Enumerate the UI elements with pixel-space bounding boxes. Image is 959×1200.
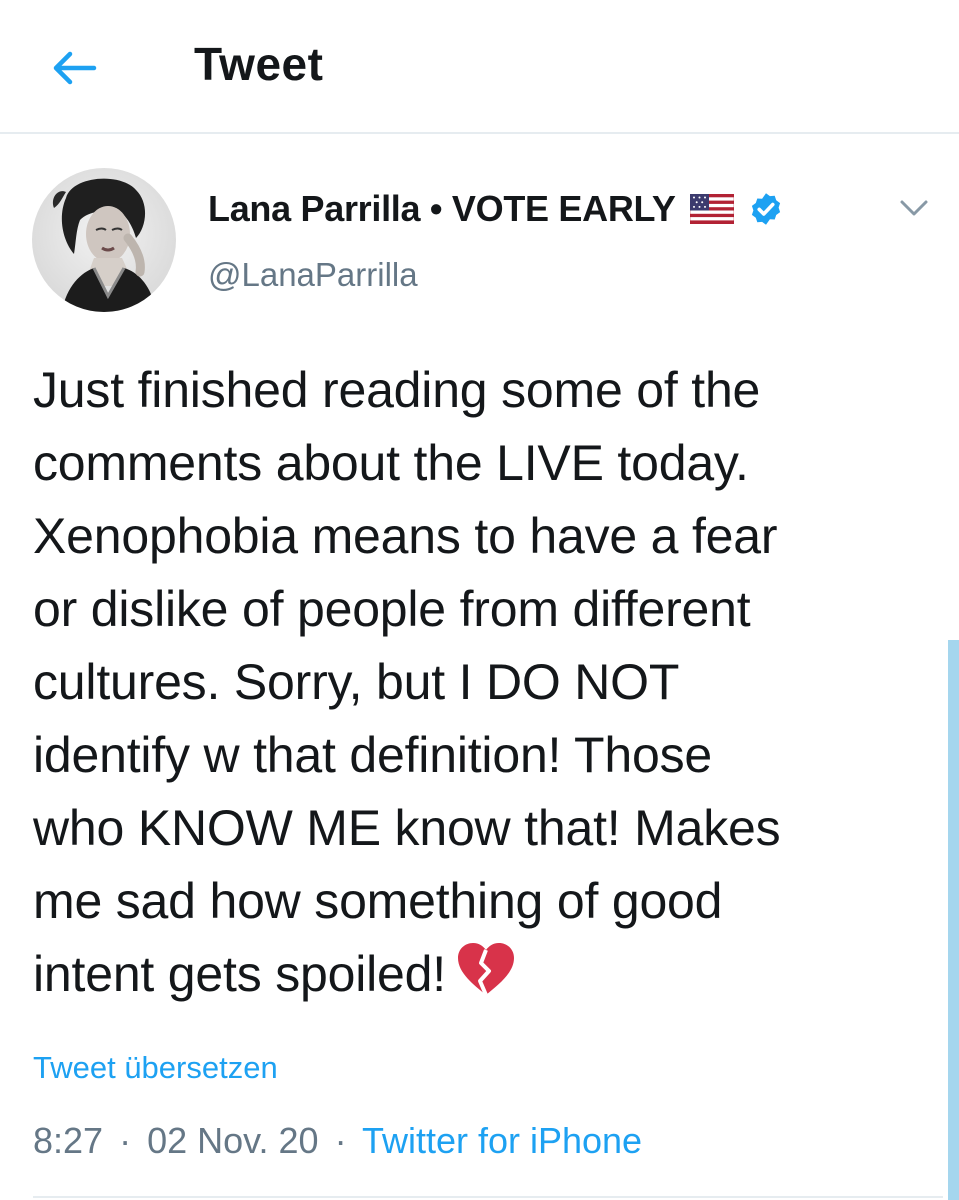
scrollbar[interactable] bbox=[948, 640, 959, 1200]
tweet-source-link[interactable]: Twitter for iPhone bbox=[362, 1120, 642, 1161]
tweet-text: Just finished reading some of the commen… bbox=[33, 354, 933, 1011]
meta-separator: · bbox=[334, 1120, 347, 1161]
translate-tweet-link[interactable]: Tweet übersetzen bbox=[33, 1046, 278, 1090]
tweet-line: Xenophobia means to have a fear bbox=[33, 508, 778, 564]
arrow-left-icon bbox=[53, 51, 97, 85]
tweet-line: me sad how something of good bbox=[33, 873, 723, 929]
meta-separator: · bbox=[119, 1120, 132, 1161]
verified-badge-icon bbox=[751, 193, 780, 225]
author-name-row[interactable]: Lana Parrilla • VOTE EARLY bbox=[208, 184, 784, 234]
broken-heart-icon bbox=[457, 943, 514, 996]
avatar[interactable] bbox=[32, 168, 176, 312]
tweet-line-last: intent gets spoiled! bbox=[33, 938, 933, 1011]
author-handle[interactable]: @LanaParrilla bbox=[208, 252, 418, 298]
more-options-button[interactable] bbox=[894, 190, 934, 226]
tweet-line: identify w that definition! Those bbox=[33, 727, 712, 783]
tweet-line: comments about the LIVE today. bbox=[33, 435, 749, 491]
page-title: Tweet bbox=[194, 38, 324, 90]
tweet-line-text: intent gets spoiled! bbox=[33, 946, 446, 1002]
tweet-line: Just finished reading some of the bbox=[33, 362, 761, 418]
top-bar: Tweet bbox=[0, 0, 959, 134]
tweet-time: 8:27 bbox=[33, 1120, 104, 1161]
tweet-line: cultures. Sorry, but I DO NOT bbox=[33, 654, 680, 710]
tweet-date: 02 Nov. 20 bbox=[147, 1120, 319, 1161]
chevron-down-icon bbox=[900, 200, 928, 216]
us-flag-icon bbox=[689, 194, 734, 224]
tweet-line: who KNOW ME know that! Makes bbox=[33, 800, 781, 856]
back-button[interactable] bbox=[44, 38, 104, 98]
author-display-name[interactable]: Lana Parrilla • VOTE EARLY bbox=[208, 188, 676, 230]
tweet-metadata: 8:27 · 02 Nov. 20 · Twitter for iPhone bbox=[33, 1116, 642, 1166]
tweet-line: or dislike of people from different bbox=[33, 581, 751, 637]
divider bbox=[33, 1196, 943, 1198]
